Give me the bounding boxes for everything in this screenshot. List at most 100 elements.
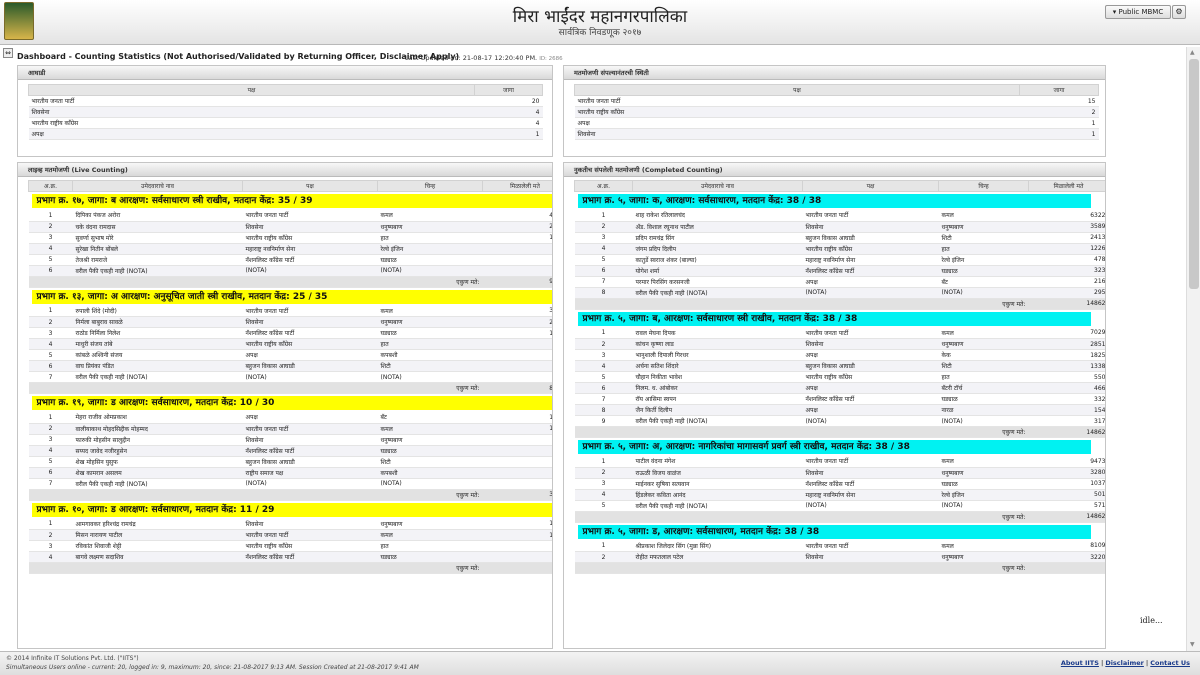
completed-summary-panel: मतमोजणी संपल्यानंतरची स्थिती पक्ष जागा भा…	[563, 65, 1106, 157]
party-cell: भारतीय जनता पार्टी	[574, 95, 1020, 107]
candidate-row: 1 रावल मेघना दिपक भारतीय जनता पार्टी कमल 702…	[574, 327, 1105, 339]
party-cell: भारतीय जनता पार्टी	[802, 210, 939, 222]
seats-cell: 2	[1019, 106, 1099, 118]
public-mbmc-button[interactable]: ▾ Public MBMC	[1105, 5, 1171, 19]
seats-cell: 1	[1019, 117, 1099, 129]
candidate-cell: बागवे लक्ष्मण सदाशिव	[72, 551, 243, 563]
ward-heading-row: प्रभाग क्र. ५, जागा: ब, आरक्षण: सर्वसाधा…	[575, 309, 1106, 328]
leading-panel: आघाडी पक्ष जागा भारतीय जनता पार्टी 20 शिवसे…	[17, 65, 553, 157]
candidate-row: 3 रविकांत शिवाजी शेट्टी भारतीय राष्ट्रीय क…	[28, 540, 552, 552]
candidate-row: 1 रुपाली शिंदे (मोदी) भारतीय जनता पार्टी कम…	[28, 305, 552, 317]
sr-cell: 4	[28, 338, 73, 350]
table-row: शिवसेना 4	[28, 106, 543, 118]
sr-cell: 6	[574, 265, 633, 277]
party-cell: नॅशनलिस्ट काँग्रेस पार्टी	[802, 265, 939, 277]
col-seats: जागा	[474, 84, 543, 96]
votes-cell: 1338	[1028, 360, 1105, 372]
votes-cell: 2996	[482, 221, 552, 233]
candidate-cell: अर्चना सतिश शिंदारे	[632, 360, 803, 372]
sr-cell: 1	[574, 327, 633, 339]
disclaimer-link[interactable]: Disclaimer	[1105, 659, 1144, 667]
total-label: एकुण मते:	[28, 276, 483, 288]
scroll-up-icon[interactable]: ▲	[1190, 49, 1195, 56]
candidate-row: 1 श्रीप्रकाश जिलेदार सिंग (मुन्ना सिंग) भा…	[574, 540, 1105, 552]
candidate-cell: कातुर्डे स्वराज शंकर (बाल्या)	[632, 254, 803, 266]
candidate-row: 2 वालीयाकाथ मोहदसिद्दीक मोहम्मद भारतीय जनत…	[28, 423, 552, 435]
contact-link[interactable]: Contact Us	[1150, 659, 1190, 667]
candidate-cell: पाटील वंदना मंगेश	[632, 456, 803, 468]
completed-counting-table: अ.क्र. उमेदवाराचे नाव पक्ष चिन्ह मिळालेल…	[574, 180, 1106, 574]
col-party: पक्ष	[574, 84, 1020, 96]
symbol-cell: (NOTA)	[377, 478, 483, 490]
party-cell: भारतीय जनता पार्टी	[242, 423, 378, 435]
candidate-cell: रुपाली शिंदे (मोदी)	[72, 305, 243, 317]
party-cell: (NOTA)	[242, 478, 378, 490]
scroll-down-icon[interactable]: ▼	[1190, 641, 1195, 648]
sr-cell: 2	[574, 551, 633, 563]
gear-icon[interactable]: ⚙	[1172, 5, 1186, 19]
symbol-cell: हात	[938, 243, 1029, 255]
candidate-row: 3 फारुकी मोहसीन सालुद्दीन शिवसेना धनुष्यबाण…	[28, 434, 552, 446]
party-cell: भारतीय राष्ट्रीय काँग्रेस	[242, 540, 378, 552]
about-link[interactable]: About IITS	[1061, 659, 1099, 667]
total-row: एकुण मते:	[574, 562, 1105, 574]
candidate-row: 2 कांचन कृष्णा लाड शिवसेना धनुष्यबाण 2851	[574, 338, 1105, 350]
votes-cell: 177	[482, 243, 552, 255]
seats-cell: 1	[1019, 128, 1099, 140]
candidate-row: 8 जैन किर्ती दिलीप अपक्ष नारळ 154	[574, 404, 1105, 416]
total-row: एकुण मते: 14862	[574, 426, 1105, 438]
table-row: अपक्ष 1	[28, 128, 543, 140]
col-candidate: उमेदवाराचे नाव	[72, 180, 243, 192]
candidate-row: 2 राऊळी विजय वाळंज शिवसेना धनुष्यबाण 3280	[574, 467, 1105, 479]
votes-cell: 571	[1028, 500, 1105, 512]
votes-cell: 853	[482, 338, 552, 350]
votes-cell: 2851	[1028, 338, 1105, 350]
candidate-cell: शेख मोहसिन युसुफ	[72, 456, 243, 468]
symbol-cell: रेल्वे इंजिन	[377, 243, 483, 255]
candidate-row: 1 शाह राकेश रतिलालचंद भारतीय जनता पार्टी कम…	[574, 210, 1105, 222]
seats-cell: 15	[1019, 95, 1099, 107]
candidate-cell: दिपिका पंकज अरोरा	[72, 210, 243, 222]
sr-cell: 4	[28, 551, 73, 563]
candidate-row: 4 माधुरी संजय तांबे भारतीय राष्ट्रीय काँग्…	[28, 338, 552, 350]
sr-cell: 2	[574, 338, 633, 350]
symbol-cell: कमल	[938, 456, 1029, 468]
ward-heading: प्रभाग क्र. १९, जागा: ड आरक्षण: सर्वसाधा…	[31, 396, 552, 410]
sr-cell: 3	[28, 232, 73, 244]
ward-heading: प्रभाग क्र. १०, जागा: ड आरक्षण: सर्वसाधा…	[31, 502, 552, 517]
candidate-cell: मेहरा राजीव ओमप्रकाश	[72, 412, 243, 424]
sr-cell: 1	[574, 540, 633, 552]
total-row: एकुण मते:	[28, 562, 552, 574]
sr-cell: 6	[574, 382, 633, 394]
candidate-cell: ॲड. विशाल रघुनाथ पाटील	[632, 221, 803, 233]
symbol-cell: धनुष्यबाण	[938, 467, 1029, 479]
symbol-cell: कमल	[377, 210, 483, 222]
candidate-row: 3 भानुशाली दिपाली गिरधर अपक्ष केक 1825	[574, 349, 1105, 361]
votes-cell: 33	[482, 467, 552, 479]
sr-cell: 3	[574, 349, 633, 361]
ward-heading: प्रभाग क्र. १३, जागा: अ आरक्षण: अनुसूचित…	[31, 289, 552, 304]
sr-cell: 5	[28, 349, 73, 361]
sr-cell: 1	[28, 412, 73, 424]
symbol-cell: (NOTA)	[938, 415, 1029, 427]
party-cell: अपक्ष	[802, 276, 939, 288]
votes-cell: 501	[1028, 489, 1105, 501]
candidate-cell: वरील पैकी एकही नाही (NOTA)	[632, 415, 803, 427]
ward-heading-row: प्रभाग क्र. ५, जागा: क, आरक्षण: सर्वसाधा…	[575, 192, 1106, 211]
symbol-cell: धनुष्यबाण	[377, 434, 483, 446]
candidate-cell: कांचन कृष्णा लाड	[632, 338, 803, 350]
page-scrollbar[interactable]: ▲ ▼	[1186, 47, 1200, 651]
symbol-cell: बॅट	[938, 276, 1029, 288]
sidebar-toggle-icon[interactable]: ⇔	[3, 48, 13, 58]
candidate-row: 1मेहरा राजीव ओमप्रकाशअपक्षबॅट1310	[28, 412, 552, 424]
votes-cell: 169	[482, 551, 552, 563]
candidate-row: 3 माईनकर सुषिया सत्यवान नॅशनलिस्ट काँग्रेस…	[574, 478, 1105, 490]
sr-cell: 7	[28, 371, 73, 383]
votes-cell: 2314	[482, 316, 552, 328]
ward-heading-row: प्रभाग क्र. ५, जागा: अ, आरक्षण: नागरिकां…	[575, 438, 1106, 457]
sr-cell: 4	[574, 489, 633, 501]
scrollbar-thumb[interactable]	[1189, 59, 1199, 289]
party-cell: महाराष्ट्र नवनिर्माण सेना	[802, 254, 939, 266]
sr-cell: 2	[28, 423, 73, 435]
party-cell: नॅशनलिस्ट काँग्रेस पार्टी	[802, 393, 939, 405]
